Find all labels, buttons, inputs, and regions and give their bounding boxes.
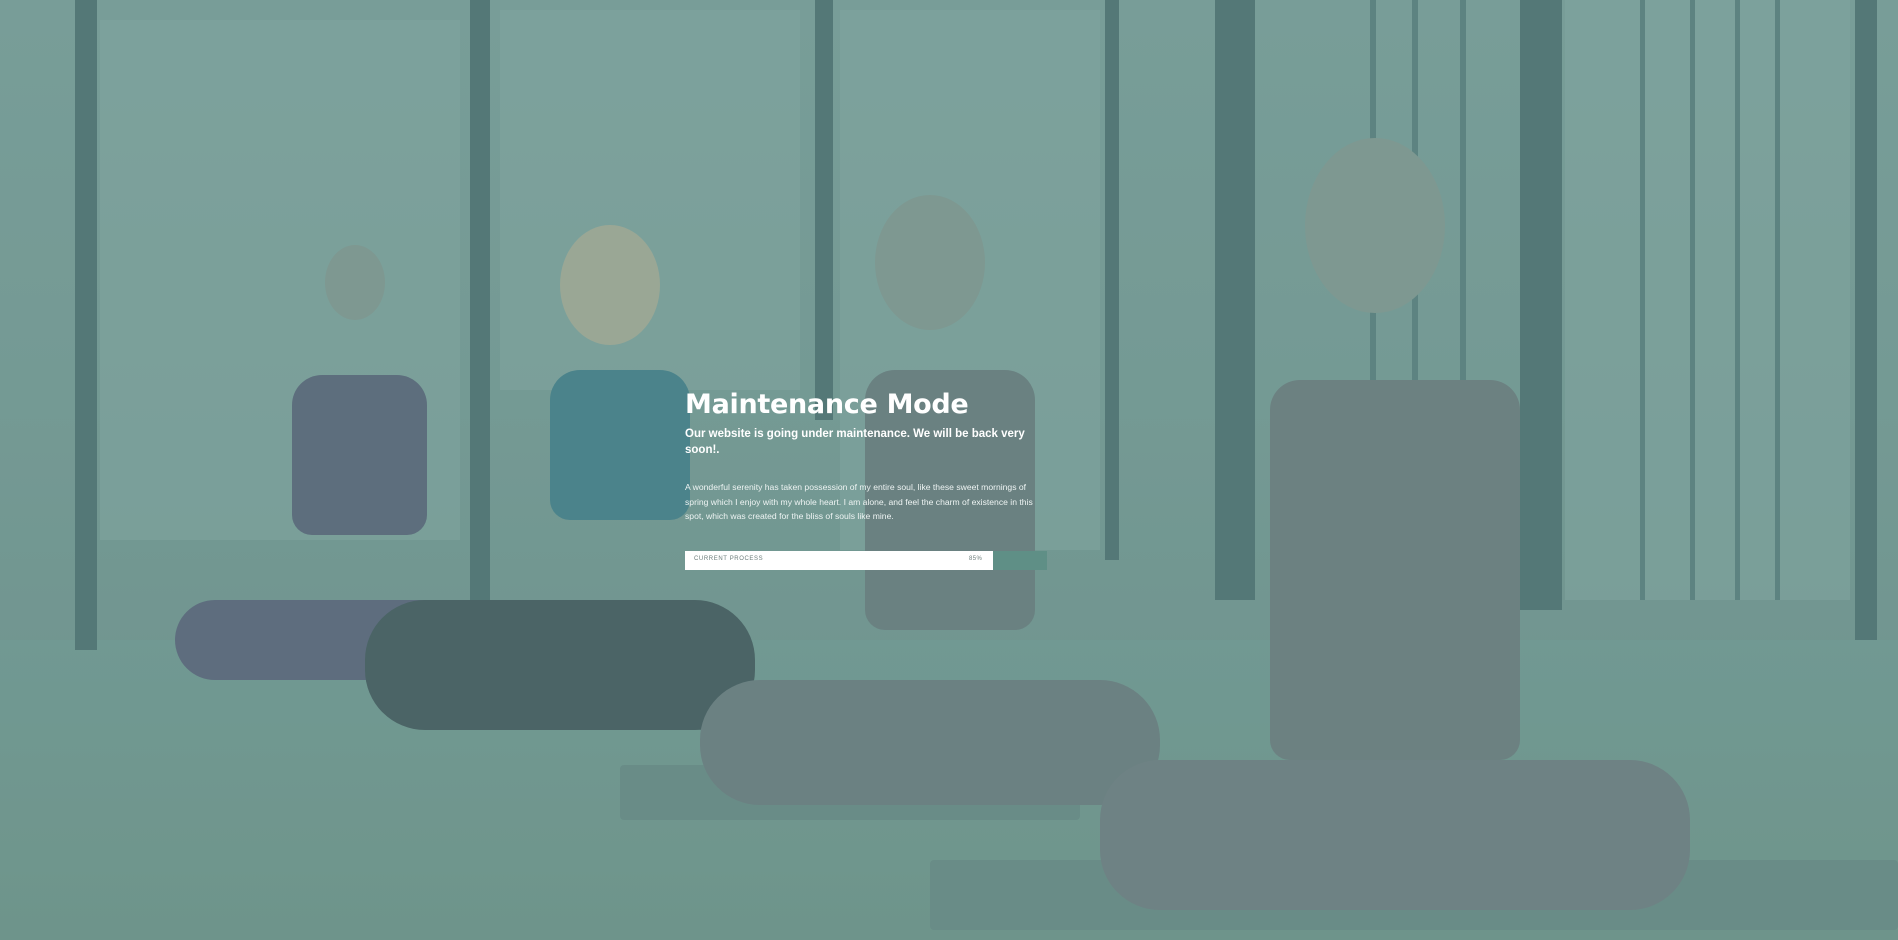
page-title: Maintenance Mode xyxy=(685,389,969,420)
maintenance-page: Maintenance Mode Our website is going un… xyxy=(0,0,1898,940)
progress-bar: CURRENT PROCESS 85% xyxy=(685,550,1047,570)
description: A wonderful serenity has taken possessio… xyxy=(685,482,1033,521)
progress-label: CURRENT PROCESS xyxy=(694,555,764,562)
maintenance-content: Maintenance Mode Our website is going un… xyxy=(685,388,1047,570)
progress-value: 85% xyxy=(969,555,983,562)
subtitle: Our website is going under maintenance. … xyxy=(685,428,1025,456)
